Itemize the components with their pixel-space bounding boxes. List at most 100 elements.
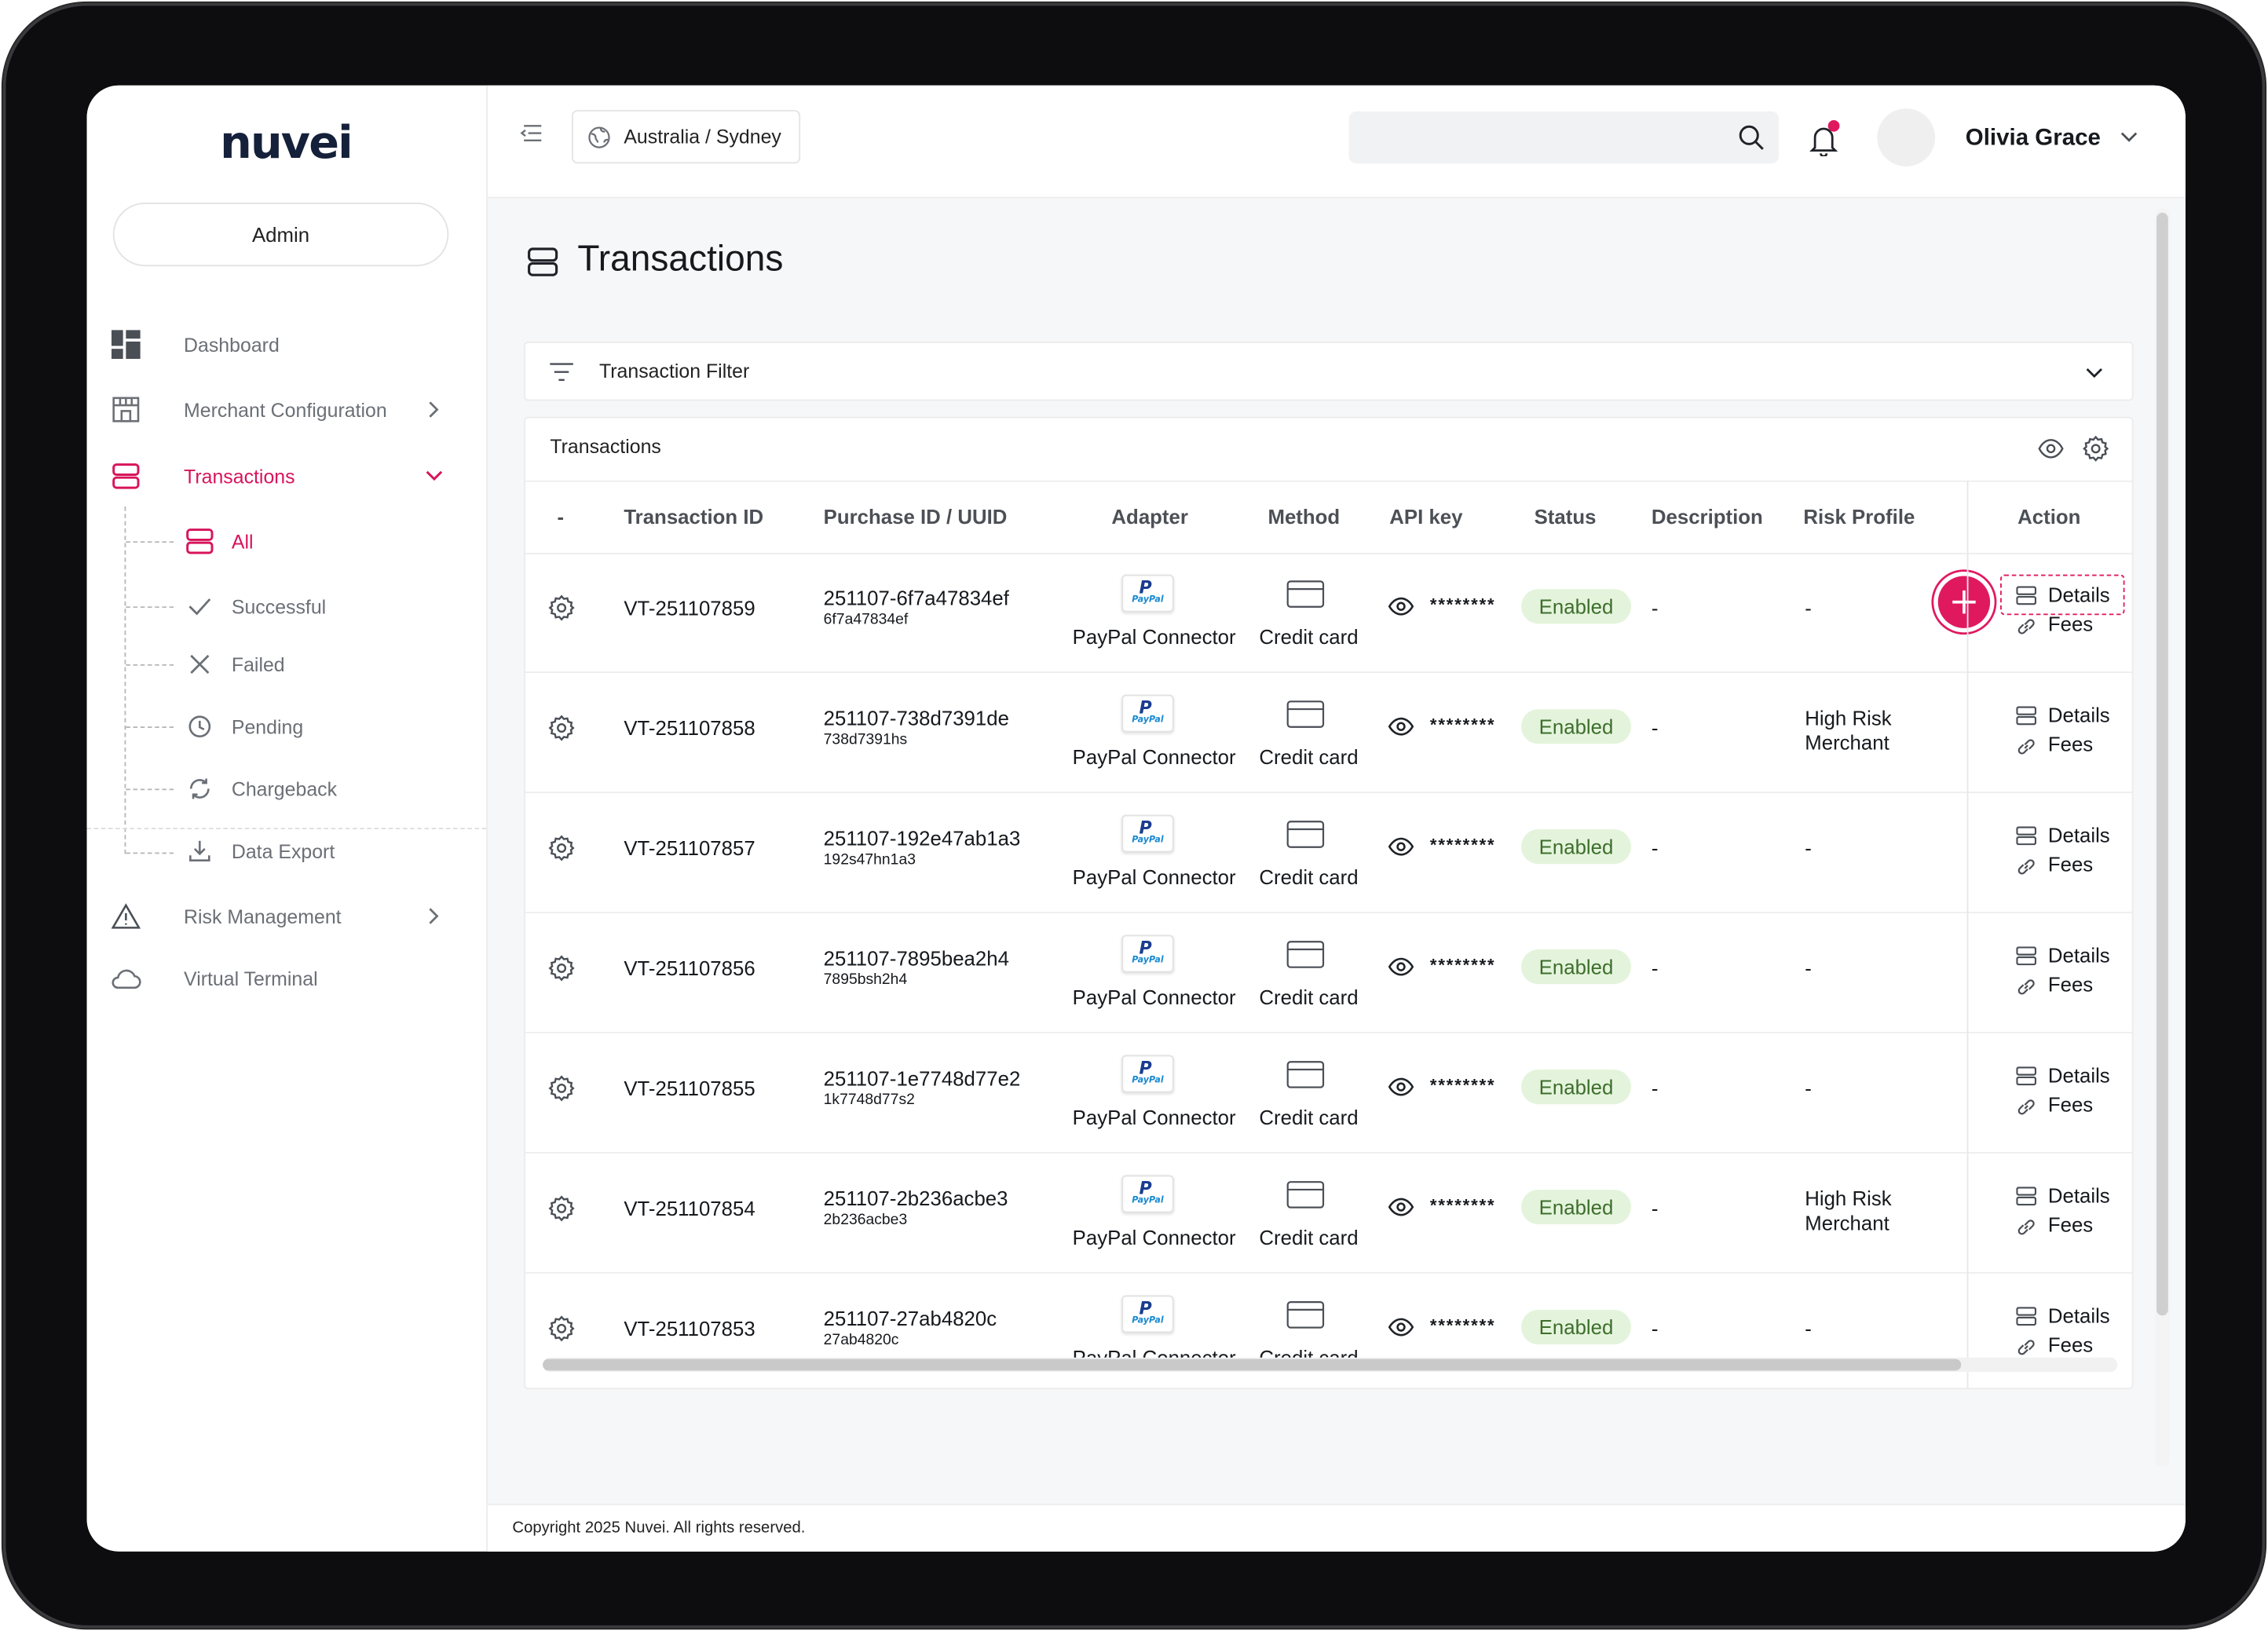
fees-link[interactable]: Fees [2048, 1333, 2093, 1355]
row-settings-gear-icon[interactable] [548, 1195, 575, 1222]
credit-card-icon [1286, 1181, 1325, 1209]
subitem-pending[interactable]: Pending [87, 705, 487, 748]
row-settings-gear-icon[interactable] [548, 1075, 575, 1102]
details-link[interactable]: Details [2048, 944, 2110, 967]
table-row[interactable]: VT-251107858 251107-738d7391de 738d7391hs P… [525, 671, 2132, 793]
add-fab-button[interactable] [1937, 576, 1991, 628]
table-row[interactable]: VT-251107854 251107-2b236acbe3 2b236acbe3 P… [525, 1152, 2132, 1274]
search-input[interactable] [1363, 119, 1717, 158]
row-settings-gear-icon[interactable] [548, 715, 575, 741]
fees-link[interactable]: Fees [2048, 733, 2093, 755]
sidebar-item-risk-management[interactable]: Risk Management [87, 891, 487, 941]
row-settings-gear-icon[interactable] [548, 835, 575, 861]
details-link[interactable]: Details [2048, 1304, 2110, 1327]
risk-profile: High Risk Merchant [1805, 706, 1892, 755]
details-link[interactable]: Details [2048, 704, 2110, 726]
column-header[interactable]: Status [1535, 505, 1597, 528]
subitem-all[interactable]: All [87, 520, 487, 563]
subitem-failed[interactable]: Failed [87, 642, 487, 686]
column-header[interactable]: API key [1389, 505, 1462, 528]
fees-link[interactable]: Fees [2048, 1212, 2093, 1235]
avatar[interactable] [1877, 108, 1936, 166]
sidebar-item-label: Virtual Terminal [184, 967, 318, 989]
details-link[interactable]: Details [2048, 1184, 2110, 1207]
paypal-logo-icon: P PayPal [1121, 934, 1174, 973]
transaction-id[interactable]: VT-251107857 [624, 836, 755, 859]
vertical-scrollbar[interactable] [2155, 208, 2170, 1468]
table-row[interactable]: VT-251107859 251107-6f7a47834ef 6f7a47834e… [525, 551, 2132, 673]
purchase-id: 251107-738d7391de [823, 706, 1009, 730]
sidebar-item-virtual-terminal[interactable]: Virtual Terminal [87, 954, 487, 1004]
eye-icon[interactable] [1388, 836, 1414, 857]
details-link[interactable]: Details [2048, 824, 2110, 847]
description: - [1651, 716, 1659, 740]
details-icon [2016, 586, 2037, 605]
subitem-chargeback[interactable]: Chargeback [87, 767, 487, 810]
warning-triangle-icon [110, 900, 142, 932]
eye-icon[interactable] [1388, 1077, 1414, 1097]
timezone-selector[interactable]: Australia / Sydney [571, 110, 801, 164]
eye-icon[interactable] [1388, 1317, 1414, 1337]
fees-link[interactable]: Fees [2048, 972, 2093, 995]
transaction-id[interactable]: VT-251107858 [624, 716, 755, 739]
transaction-id[interactable]: VT-251107853 [624, 1317, 755, 1340]
chevron-down-icon[interactable] [2119, 126, 2139, 146]
row-settings-gear-icon[interactable] [548, 594, 575, 621]
purchase-id: 251107-6f7a47834ef [823, 586, 1009, 609]
scrollbar-thumb[interactable] [2156, 212, 2168, 1316]
transaction-id[interactable]: VT-251107856 [624, 956, 755, 979]
scrollbar-thumb[interactable] [543, 1359, 1962, 1371]
transactions-table-card: Transactions - Transaction ID Purchase I… [524, 416, 2134, 1390]
chevron-down-icon[interactable] [2086, 364, 2103, 381]
search-field[interactable] [1348, 111, 1780, 164]
eye-icon[interactable] [2038, 436, 2064, 462]
horizontal-scrollbar[interactable] [543, 1357, 2118, 1373]
transaction-id[interactable]: VT-251107854 [624, 1197, 755, 1220]
transaction-id[interactable]: VT-251107855 [624, 1077, 755, 1099]
column-header[interactable]: Transaction ID [624, 505, 763, 528]
risk-profile: - [1805, 596, 1812, 620]
row-settings-gear-icon[interactable] [548, 1315, 575, 1342]
fees-link[interactable]: Fees [2048, 853, 2093, 876]
gear-icon[interactable] [2083, 435, 2109, 462]
details-link[interactable]: Details [2048, 1064, 2110, 1087]
paypal-logo-wordmark: PayPal [1132, 835, 1164, 846]
eye-icon[interactable] [1388, 956, 1414, 977]
x-icon [184, 649, 216, 681]
user-name[interactable]: Olivia Grace [1966, 126, 2101, 152]
subitem-data-export[interactable]: Data Export [87, 829, 487, 872]
column-header[interactable]: - [558, 505, 565, 528]
subitem-successful[interactable]: Successful [87, 585, 487, 628]
transaction-filter-panel[interactable]: Transaction Filter [524, 341, 2134, 401]
transaction-id[interactable]: VT-251107859 [624, 596, 755, 619]
column-header[interactable]: Method [1268, 505, 1340, 528]
clock-icon [184, 711, 216, 743]
column-header[interactable]: Risk Profile [1803, 505, 1915, 528]
table-row[interactable]: VT-251107855 251107-1e7748d77e2 1k7748d77s… [525, 1032, 2132, 1154]
column-header[interactable]: Description [1652, 505, 1763, 528]
fees-link[interactable]: Fees [2048, 1092, 2093, 1115]
eye-icon[interactable] [1388, 1197, 1414, 1217]
eye-icon[interactable] [1388, 596, 1414, 616]
table-row[interactable]: VT-251107857 251107-192e47ab1a3 192s47hn1a… [525, 792, 2132, 913]
nuvei-logo[interactable]: nuvei [220, 117, 353, 169]
sidebar-item-transactions[interactable]: Transactions [87, 452, 487, 501]
column-header[interactable]: Purchase ID / UUID [824, 505, 1008, 528]
uuid: 738d7391hs [823, 730, 908, 748]
collapse-menu-icon[interactable] [520, 123, 549, 152]
table-row[interactable]: VT-251107856 251107-7895bea2h4 7895bsh2h4 P… [525, 912, 2132, 1033]
sidebar-item-merchant-configuration[interactable]: Merchant Configuration [87, 385, 487, 434]
details-link[interactable]: Details [2048, 583, 2110, 606]
row-settings-gear-icon[interactable] [548, 955, 575, 982]
fees-link[interactable]: Fees [2048, 613, 2093, 635]
role-selector[interactable]: Admin [112, 203, 449, 267]
paypal-logo-icon: P PayPal [1121, 814, 1174, 853]
uuid: 27ab4820c [823, 1331, 899, 1349]
column-header[interactable]: Action [2017, 505, 2080, 528]
main-area: Australia / Sydney Olivia Grace Transact… [488, 85, 2186, 1552]
column-header[interactable]: Adapter [1111, 505, 1188, 528]
search-icon[interactable] [1738, 124, 1764, 150]
paypal-logo-icon: P PayPal [1121, 574, 1174, 613]
eye-icon[interactable] [1388, 716, 1414, 737]
sidebar-item-dashboard[interactable]: Dashboard [87, 320, 487, 369]
